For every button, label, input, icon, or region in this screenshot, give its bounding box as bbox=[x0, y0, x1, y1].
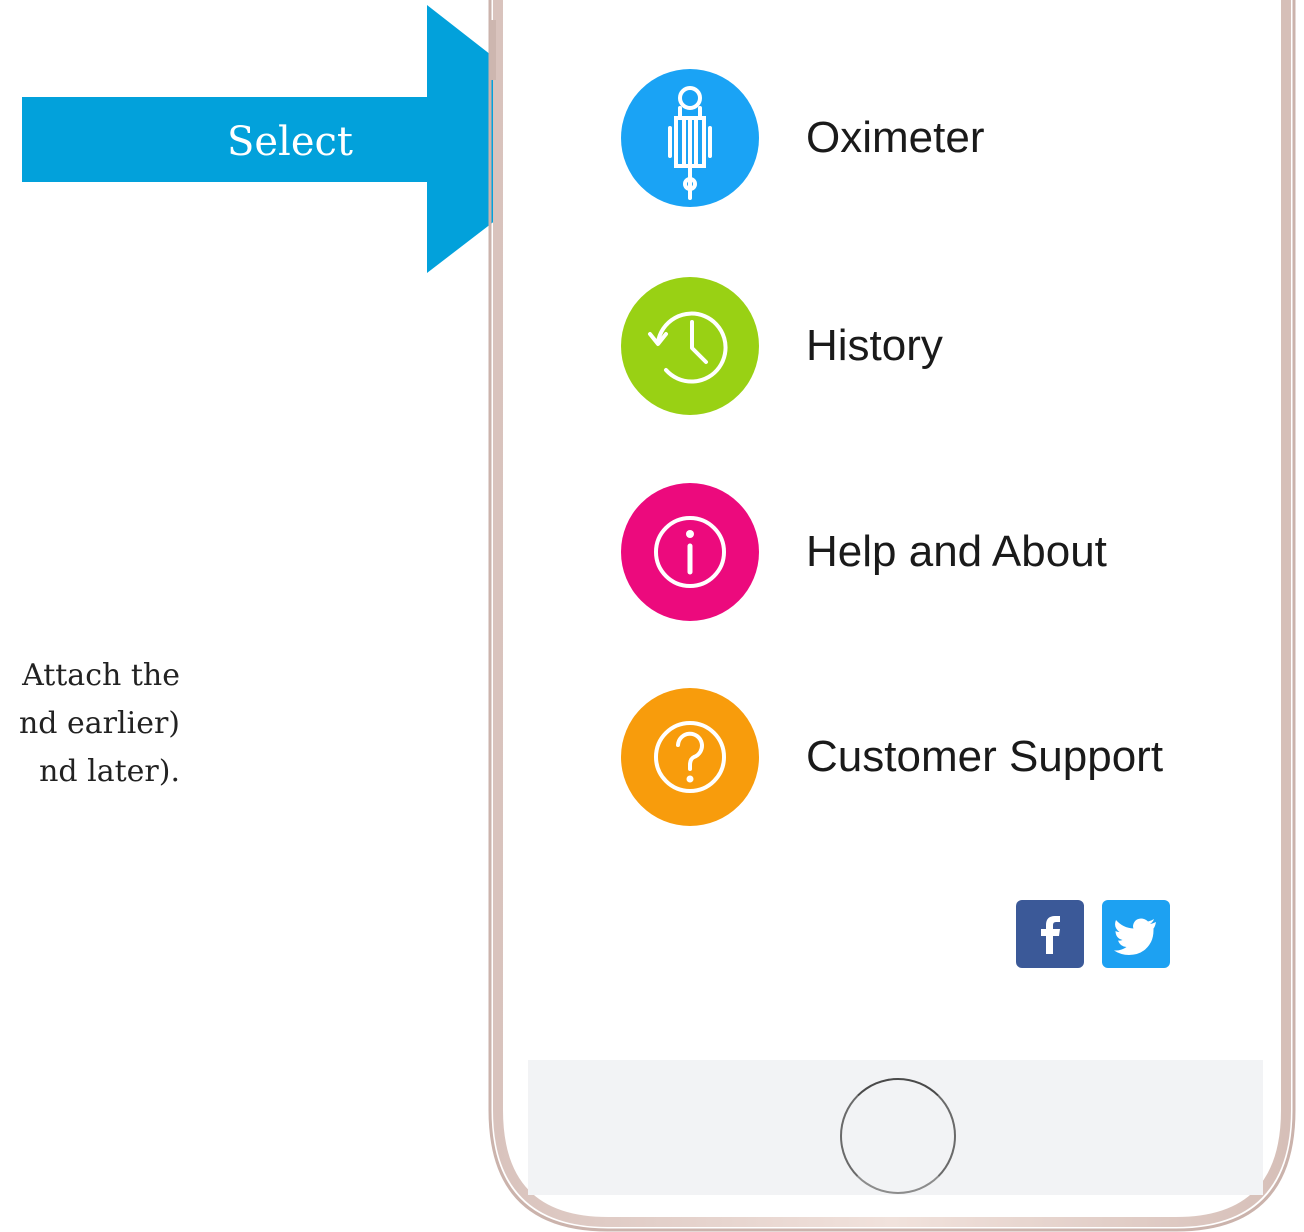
history-clock-icon bbox=[620, 276, 760, 416]
menu-label-oximeter: Oximeter bbox=[806, 113, 985, 162]
instruction-line-1: Attach the bbox=[22, 658, 180, 693]
home-button[interactable] bbox=[840, 1078, 956, 1194]
menu-item-history[interactable]: History bbox=[620, 276, 1260, 416]
menu-item-customer-support[interactable]: Customer Support bbox=[620, 687, 1260, 827]
twitter-button[interactable] bbox=[1102, 900, 1170, 968]
info-icon bbox=[620, 482, 760, 622]
question-icon bbox=[620, 687, 760, 827]
twitter-icon bbox=[1102, 900, 1170, 968]
menu-label-history: History bbox=[806, 321, 943, 370]
menu-label-help: Help and About bbox=[806, 527, 1107, 576]
menu-label-customer-support: Customer Support bbox=[806, 732, 1164, 781]
arrow-label: Select bbox=[226, 119, 353, 165]
oximeter-probe-icon bbox=[620, 68, 760, 208]
facebook-button[interactable] bbox=[1016, 900, 1084, 968]
menu-item-oximeter[interactable]: Oximeter bbox=[620, 68, 1260, 208]
menu-item-help[interactable]: Help and About bbox=[620, 482, 1260, 622]
instruction-text: Attach the nd earlier) nd later). bbox=[0, 652, 180, 796]
instruction-line-2: nd earlier) bbox=[18, 706, 180, 741]
facebook-icon bbox=[1016, 900, 1084, 968]
instruction-line-3: nd later). bbox=[39, 754, 180, 789]
